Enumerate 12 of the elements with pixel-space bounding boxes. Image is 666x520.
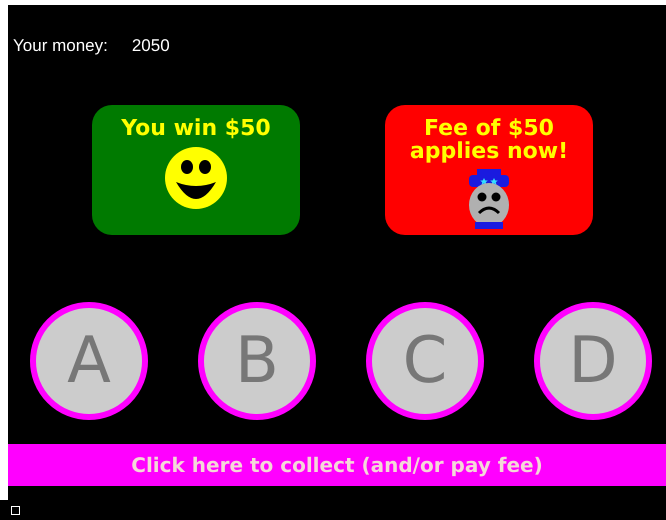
choice-button[interactable]: D xyxy=(534,302,652,420)
choice-button[interactable]: C xyxy=(366,302,484,420)
money-value: 2050 xyxy=(132,36,170,55)
checkbox[interactable] xyxy=(11,506,20,515)
smiley-icon xyxy=(164,146,228,210)
choice-button[interactable]: B xyxy=(198,302,316,420)
money-label: Your money: xyxy=(13,36,108,55)
card-message: Fee of $50 applies now! xyxy=(408,117,570,164)
collect-button[interactable]: Click here to collect (and/or pay fee) xyxy=(8,444,666,486)
card-message: You win $50 xyxy=(120,117,272,140)
choice-button[interactable]: A xyxy=(30,302,148,420)
police-face-icon xyxy=(467,169,511,230)
